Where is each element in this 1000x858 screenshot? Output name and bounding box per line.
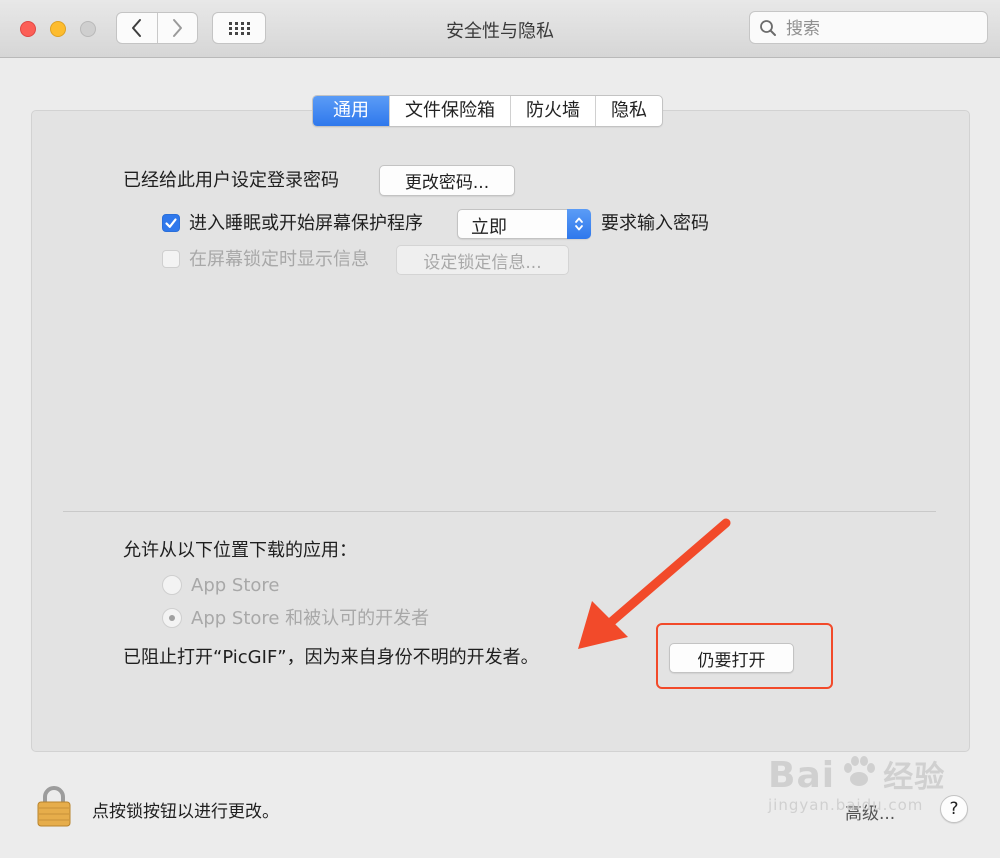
lock-hint-text: 点按锁按钮以进行更改。 bbox=[92, 802, 279, 822]
change-password-button[interactable]: 更改密码... bbox=[379, 165, 515, 196]
section-divider bbox=[63, 511, 936, 512]
help-button[interactable]: ? bbox=[940, 795, 968, 823]
search-input[interactable] bbox=[784, 16, 984, 41]
require-password-label: 进入睡眠或开始屏幕保护程序 bbox=[189, 213, 423, 234]
search-icon bbox=[760, 20, 776, 36]
annotation-arrow-icon bbox=[578, 518, 731, 649]
blocked-app-message: 已阻止打开“PicGIF”，因为来自身份不明的开发者。 bbox=[123, 647, 539, 668]
radio-app-store-identified-label: App Store 和被认可的开发者 bbox=[191, 608, 430, 629]
radio-app-store[interactable] bbox=[162, 575, 182, 595]
tab-bar: 通用 文件保险箱 防火墙 隐私 bbox=[312, 95, 663, 127]
password-delay-select[interactable]: 立即 bbox=[457, 209, 591, 239]
lock-icon[interactable] bbox=[36, 785, 72, 827]
radio-app-store-identified[interactable] bbox=[162, 608, 182, 628]
updown-arrows-icon bbox=[567, 209, 591, 239]
tab-filevault[interactable]: 文件保险箱 bbox=[389, 96, 510, 126]
radio-selected-dot bbox=[169, 615, 175, 621]
require-password-suffix: 要求输入密码 bbox=[601, 213, 709, 234]
downloads-heading: 允许从以下位置下载的应用： bbox=[123, 540, 357, 561]
checkmark-icon bbox=[165, 218, 177, 228]
tab-privacy[interactable]: 隐私 bbox=[595, 96, 662, 126]
password-delay-value: 立即 bbox=[471, 217, 507, 238]
tab-firewall[interactable]: 防火墙 bbox=[510, 96, 595, 126]
require-password-checkbox[interactable] bbox=[162, 214, 180, 232]
set-lock-message-button[interactable]: 设定锁定信息... bbox=[396, 245, 569, 275]
lock-message-label: 在屏幕锁定时显示信息 bbox=[189, 249, 369, 270]
title-bar: 安全性与隐私 bbox=[0, 0, 1000, 58]
search-field[interactable] bbox=[749, 11, 988, 44]
password-set-label: 已经给此用户设定登录密码 bbox=[123, 170, 339, 191]
baidu-watermark: Bai 经验 jingyan.baidu.com bbox=[768, 752, 945, 814]
watermark-brand: Bai bbox=[768, 755, 836, 796]
paw-icon bbox=[844, 756, 876, 786]
lock-message-checkbox[interactable] bbox=[162, 250, 180, 268]
watermark-brand-suffix: 经验 bbox=[883, 760, 946, 795]
tab-general[interactable]: 通用 bbox=[313, 96, 389, 126]
radio-app-store-label: App Store bbox=[191, 575, 280, 596]
watermark-url: jingyan.baidu.com bbox=[768, 796, 924, 814]
